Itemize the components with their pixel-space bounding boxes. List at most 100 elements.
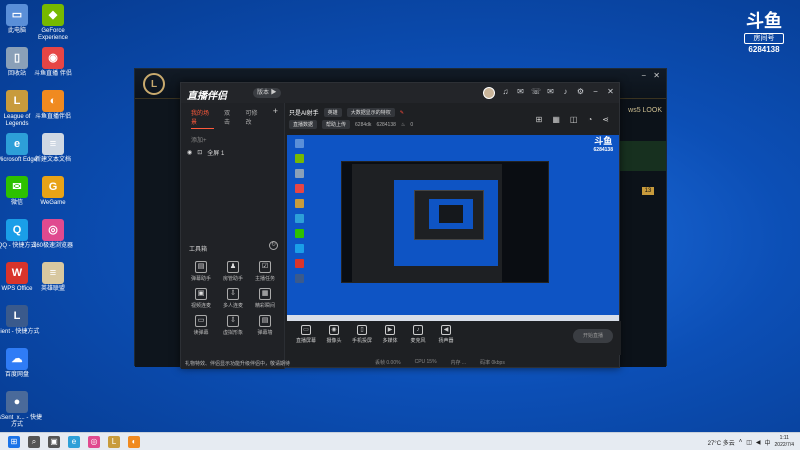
taskbar-app-icon[interactable]: ◐ [128,436,140,448]
control-item[interactable]: ◉ 摄像头 [319,325,349,344]
chat-icon[interactable]: ✉ [516,87,525,99]
edit-icon[interactable]: ✎ [400,110,404,116]
tool-icon: ▦ [259,288,271,300]
headset-icon[interactable]: ♫ [501,87,510,99]
scene-item[interactable]: ◉ ⊡ 全屏 1 [181,144,284,161]
desktop-app-icon: ▭ [6,4,28,26]
control-label: 手机投屏 [351,338,372,344]
lol-logo-icon[interactable]: L [143,73,165,95]
weather[interactable]: 27°C 多云 [708,438,735,447]
toolbox-title: 工具箱 [189,247,208,253]
network-icon[interactable]: ◫ [746,439,752,446]
tool-label: 房管助手 [222,276,243,282]
tool-item[interactable]: ♟ 房管助手 [217,261,249,282]
game-friends-panel: ws5 LOOK 13 [616,99,666,367]
control-icon: ▭ [301,325,311,335]
notice-chip[interactable]: 大数据显示的特权 [346,108,395,117]
desktop-icon[interactable]: ☁ 百度网盘 [0,348,42,379]
tool-icon: ▤ [259,315,271,327]
version-badge[interactable]: 版本 ▶ [253,88,281,98]
avatar[interactable] [483,87,495,99]
stream-title[interactable]: 只是AI射手 [289,108,319,117]
desktop-icon[interactable]: ◆ GeForce Experience [28,4,78,42]
tool-item[interactable]: ☑ 主播任务 [249,261,281,282]
game-window-controls: − ✕ [636,71,660,80]
eye-icon[interactable]: ◉ [187,149,192,156]
tool-label: 读弹幕 [193,330,209,336]
mail-icon[interactable]: ✉ [546,87,555,99]
tab-editable[interactable]: 可修改 [245,108,262,129]
tool-item[interactable]: ▦ 精彩瞬间 [249,288,281,309]
stats-chip[interactable]: 直播数据 [289,120,318,129]
notification-icon[interactable]: ◔ [587,115,592,124]
stream-preview[interactable]: 斗鱼 6284138 [287,135,619,321]
minimize-icon[interactable]: − [591,87,600,99]
control-icon: ◀ [441,325,451,335]
tool-item[interactable]: ⇩ 多人连麦 [217,288,249,309]
phone-icon[interactable]: ☏ [531,87,541,99]
game-minimize-icon[interactable]: − [641,71,646,80]
taskbar-app-icon[interactable]: e [68,436,80,448]
share-icon[interactable]: ⋖ [602,115,609,124]
category-chip[interactable]: 英雄 [323,108,342,117]
taskbar-app-icon[interactable]: L [108,436,120,448]
taskbar-app-icon[interactable]: ⌕ [28,436,40,448]
game-badge: 13 [642,187,654,195]
tab-my-scenes[interactable]: 我的场景 [191,108,214,129]
tool-item[interactable]: ▤ 弹幕助手 [185,261,217,282]
tool-icon: ☑ [259,261,271,273]
desktop-icon-label: 英雄联盟 [40,286,65,292]
tool-item[interactable]: ⇩ 虚拟形象 [217,315,249,336]
tool-item[interactable]: ▭ 读弹幕 [185,315,217,336]
desktop-icon[interactable]: ● tclsSent_x... - 快捷方式 [0,391,42,429]
toolbox-refresh-icon[interactable]: ↻ [269,241,278,250]
tool-icon: ♟ [227,261,239,273]
desktop-icon[interactable]: ≡ 新建文本文档 [28,133,78,164]
settings-icon[interactable]: ⚙ [576,87,585,99]
desktop-icon[interactable]: ≡ 英雄联盟 [28,262,78,293]
desktop-icon[interactable]: G WeGame [28,176,78,207]
desktop-icon[interactable]: ◉ 斗鱼直播 伴侣 [28,47,78,78]
game-close-icon[interactable]: ✕ [653,71,660,80]
scene-name: 全屏 1 [207,151,225,157]
volume-icon[interactable]: ◀ [756,439,761,446]
tray-arrow-icon[interactable]: ˄ [739,439,743,445]
scene-add-row[interactable]: 添加+ [181,129,284,144]
clock[interactable]: 1:11 2022/7/4 [775,435,794,449]
desktop-app-icon: ◎ [42,219,64,241]
tool-label: 弹幕墙 [257,330,273,336]
upload-chip[interactable]: 帮助上传 [322,120,351,129]
scene-add-label: 添加+ [191,138,207,144]
record-icon[interactable]: ◫ [570,115,578,124]
start-live-button[interactable]: 开始直播 [573,329,613,343]
control-item[interactable]: ▶ 多媒体 [375,325,405,344]
tool-item[interactable]: ▣ 视频连麦 [185,288,217,309]
live-companion-window[interactable]: 直播伴侣 版本 ▶ ♫ ✉ ☏ ✉ ♪ ⚙ − ✕ 我的场景 双击 可修改 + [180,82,621,369]
control-item[interactable]: ◀ 扬声器 [431,325,461,344]
tool-item[interactable]: ▤ 弹幕墙 [249,315,281,336]
taskbar-app-icon[interactable]: ◎ [88,436,100,448]
lock-icon[interactable]: ⊡ [197,149,202,156]
tab-double-click[interactable]: 双击 [224,108,236,129]
tool-icon: ▣ [195,288,207,300]
control-item[interactable]: ♪ 麦克风 [403,325,433,344]
desktop-app-icon: ≡ [42,133,64,155]
fire-icon: ♨ [400,121,406,128]
ime-indicator[interactable]: 中 [765,438,771,447]
close-icon[interactable]: ✕ [606,87,615,99]
gift-icon[interactable]: ⊞ [536,115,543,124]
grid-icon[interactable]: ▦ [552,115,560,124]
taskbar-app-icon[interactable]: ▣ [48,436,60,448]
desktop-icon[interactable]: ◐ 斗鱼直播伴侣 [28,90,78,121]
bell-icon[interactable]: ♪ [561,87,570,99]
tool-icon: ▭ [195,315,207,327]
taskbar-app-icon[interactable]: ⊞ [8,436,20,448]
control-icon: ▶ [385,325,395,335]
control-item[interactable]: ▯ 手机投屏 [347,325,377,344]
douyu-logo: 斗鱼 [746,11,782,32]
control-item[interactable]: ▭ 直播屏幕 [291,325,321,344]
add-scene-icon[interactable]: + [273,107,278,129]
desktop-app-icon: G [42,176,64,198]
desktop-icon[interactable]: L Client - 快捷方式 [0,305,42,336]
desktop-icon[interactable]: ◎ 360极速浏览器 [28,219,78,250]
